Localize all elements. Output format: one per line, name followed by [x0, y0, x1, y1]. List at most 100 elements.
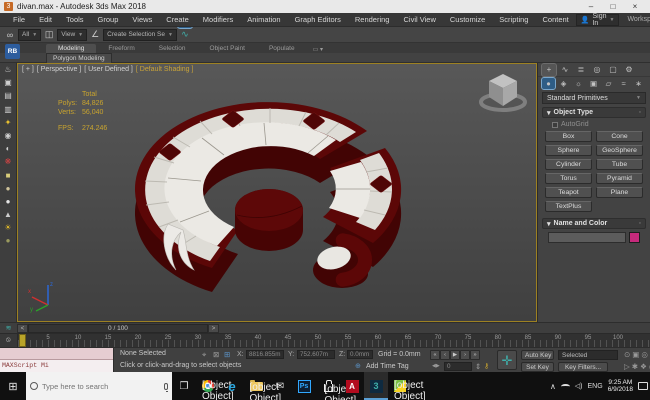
menu-item[interactable]: Edit [32, 13, 59, 27]
maxscript-label[interactable]: MAXScript Mi [0, 360, 113, 372]
play-button[interactable]: ▶ [450, 350, 460, 360]
object-type-button[interactable]: Cylinder [545, 159, 592, 170]
autogrid-option[interactable]: AutoGrid [552, 121, 650, 128]
zoom-extents-all-icon[interactable]: ◎ [641, 350, 648, 359]
key-step-icon[interactable]: ◀▶ [432, 363, 440, 369]
ribbon-tab[interactable]: Selection [147, 44, 198, 53]
tab-modify[interactable]: ∿ [558, 64, 572, 76]
zoom-icon[interactable]: ⊙ [624, 350, 630, 359]
object-type-button[interactable]: Box [545, 131, 592, 142]
tab-motion[interactable]: ◎ [590, 64, 604, 76]
curve-editor-icon[interactable]: ∿ [178, 28, 192, 42]
sign-in-button[interactable]: 👤 Sign In ▼ [576, 14, 620, 26]
add-time-tag[interactable]: Add Time Tag [366, 363, 409, 370]
tab-display[interactable]: ▢ [606, 64, 620, 76]
absolute-mode-icon[interactable]: ⊞ [224, 350, 230, 359]
ribbon-logo[interactable]: RB [5, 44, 20, 59]
time-tag-icon[interactable]: ⊕ [355, 362, 361, 370]
maxscript-pink-row[interactable] [0, 348, 113, 360]
clock[interactable]: 9:25 AM 6/9/2018 [608, 379, 633, 394]
set-key-button[interactable]: Set Key [521, 362, 554, 372]
trackbar-strip-icon[interactable]: ≋ [0, 324, 17, 332]
go-to-end-button[interactable]: » [470, 350, 480, 360]
previous-frame-button[interactable]: ‹ [440, 350, 450, 360]
ribbon-tab[interactable]: Freeform [96, 44, 146, 53]
taskbar-search[interactable] [26, 372, 172, 400]
object-color-swatch[interactable] [629, 232, 640, 243]
menu-item[interactable]: Graph Editors [288, 13, 348, 27]
object-type-button[interactable]: Sphere [545, 145, 592, 156]
start-button[interactable]: ⊞ [0, 380, 26, 393]
frame-counter[interactable]: 0 / 100 [28, 324, 208, 333]
menu-item[interactable]: Tools [59, 13, 91, 27]
half-sphere-icon[interactable]: ◐ [6, 144, 11, 153]
category-lights[interactable]: ☼ [572, 78, 585, 89]
teapot-icon[interactable]: ♨ [4, 65, 11, 74]
minimize-button[interactable]: – [580, 2, 602, 11]
3dsmax-icon[interactable]: 3 [364, 372, 388, 400]
primitive-category-dropdown[interactable]: Standard Primitives ▼ [542, 92, 646, 104]
next-frame-button[interactable]: › [460, 350, 470, 360]
category-systems[interactable]: ∗ [632, 78, 645, 89]
task-view-icon[interactable]: ❐ [172, 372, 196, 400]
named-selection-dropdown[interactable]: Create Selection Se▼ [103, 29, 177, 41]
object-type-button[interactable]: TextPlus [545, 201, 592, 212]
menu-item[interactable]: File [6, 13, 32, 27]
reference-coordinate-dropdown[interactable]: View▼ [57, 29, 87, 41]
viewport-general-menu[interactable]: [ + ] [22, 66, 34, 73]
menu-item[interactable]: Group [91, 13, 126, 27]
previous-frame-arrow[interactable]: < [17, 324, 28, 333]
selection-lock-icon[interactable]: ⊠ [213, 350, 219, 359]
menu-item[interactable]: Scripting [492, 13, 535, 27]
frame-spinner[interactable]: ⇕ [475, 362, 481, 371]
sphere-white-icon[interactable]: ● [6, 197, 11, 206]
set-keys-button[interactable]: ✛ [497, 350, 517, 370]
edge-icon[interactable]: e [220, 372, 244, 400]
render-preset-icon[interactable]: ▣ [4, 78, 12, 87]
viewport-pov-menu[interactable]: [ Perspective ] [37, 66, 81, 73]
sphere-olive-icon[interactable]: ● [6, 236, 11, 245]
close-button[interactable]: × [624, 2, 646, 11]
perspective-viewport[interactable]: [ + ][ Perspective ][ User Defined ][ De… [17, 63, 537, 322]
menu-item[interactable]: Create [159, 13, 196, 27]
wifi-icon[interactable] [561, 384, 570, 389]
object-type-button[interactable]: Pyramid [596, 173, 643, 184]
material-yellow-icon[interactable]: ■ [6, 171, 11, 180]
x-coordinate-field[interactable]: 8816.855m [246, 350, 284, 359]
menu-item[interactable]: Civil View [396, 13, 442, 27]
selection-filter-dropdown[interactable]: All▼ [18, 29, 41, 41]
timeline-track[interactable]: 5101520253035404550556065707580859095100 [18, 334, 650, 347]
film-render-icon[interactable]: ❋ [5, 157, 12, 166]
object-type-button[interactable]: Torus [545, 173, 592, 184]
file-explorer-icon[interactable]: [object Object] [244, 372, 268, 400]
y-coordinate-field[interactable]: 752.607m [297, 350, 335, 359]
view-cube[interactable] [476, 66, 530, 120]
object-type-rollout[interactable]: ▾ Object Type ▫ [542, 107, 646, 118]
select-link-icon[interactable]: ∞ [3, 28, 17, 42]
menu-item[interactable]: Rendering [348, 13, 397, 27]
tab-hierarchy[interactable]: ≣ [574, 64, 588, 76]
sphere-tan-icon[interactable]: ● [6, 184, 11, 193]
category-geometry[interactable]: ● [542, 78, 555, 89]
maxscript-mini-listener[interactable]: MAXScript Mi [0, 348, 114, 373]
object-type-button[interactable]: Teapot [545, 187, 592, 198]
angle-snap-icon[interactable]: ∠ [88, 28, 102, 42]
field-of-view-icon[interactable]: ▷ [624, 362, 630, 371]
current-frame-field[interactable]: 0 [444, 362, 472, 371]
ribbon-tab[interactable]: Modeling [46, 44, 96, 53]
ribbon-tab[interactable]: Object Paint [198, 44, 257, 53]
microphone-icon[interactable] [164, 383, 168, 390]
sun-icon[interactable]: ☀ [4, 223, 11, 232]
menu-item[interactable]: Animation [240, 13, 287, 27]
go-to-start-button[interactable]: « [430, 350, 440, 360]
isolate-selection-icon[interactable]: ⌖ [202, 350, 206, 360]
acrobat-icon[interactable]: A [340, 372, 364, 400]
speaker-icon[interactable]: ◁) [575, 382, 583, 390]
orbit-icon[interactable]: ❖ [640, 362, 647, 371]
category-cameras[interactable]: ▣ [587, 78, 600, 89]
object-type-button[interactable]: GeoSphere [596, 145, 643, 156]
category-helpers[interactable]: ▱ [602, 78, 615, 89]
time-slider[interactable] [19, 334, 26, 347]
zoom-extents-icon[interactable]: ▣ [632, 350, 639, 359]
key-filters-button[interactable]: Key Filters... [558, 362, 608, 372]
